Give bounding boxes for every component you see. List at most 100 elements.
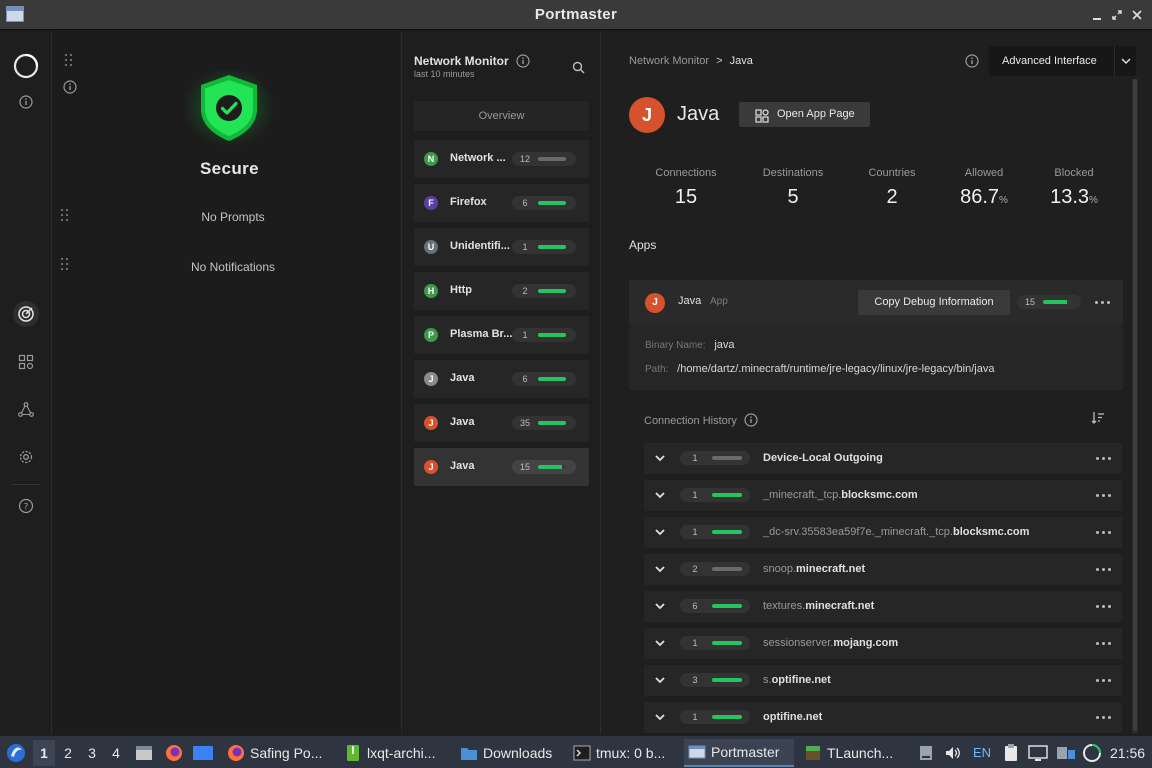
workspace-3[interactable]: 3: [81, 740, 103, 766]
process-name: Plasma Br...: [450, 328, 512, 340]
sort-icon[interactable]: [1091, 411, 1105, 428]
chevron-down-icon[interactable]: [654, 711, 666, 726]
process-count-bar-fill: [538, 465, 563, 469]
connection-row[interactable]: 1 _minecraft._tcp.blocksmc.com: [644, 480, 1122, 511]
more-options-icon[interactable]: [1096, 642, 1112, 646]
process-name: Java: [450, 372, 475, 384]
display-icon[interactable]: [1056, 736, 1076, 768]
process-count-pill: 6: [512, 372, 576, 386]
chevron-down-icon[interactable]: [654, 637, 666, 652]
quicklaunch-firefox[interactable]: [164, 736, 184, 768]
stat-value-row: 86.7%: [934, 186, 1034, 209]
network-monitor-panel: Network Monitor last 10 minutes Overview…: [402, 31, 601, 734]
prompts-empty-label: No Prompts: [201, 210, 265, 224]
task-tlauncher[interactable]: TLaunch...: [800, 739, 910, 767]
start-menu-button[interactable]: [5, 736, 27, 768]
connection-main-domain: Device-Local Outgoing: [763, 452, 883, 464]
chevron-down-icon[interactable]: [654, 563, 666, 578]
portmaster-logo-icon[interactable]: [13, 53, 39, 79]
task-archiver[interactable]: lxqt-archi...: [340, 739, 450, 767]
more-options-icon[interactable]: [1096, 679, 1112, 683]
scrollbar-thumb[interactable]: [1133, 79, 1137, 731]
workspace-1[interactable]: 1: [33, 739, 55, 766]
process-list-item[interactable]: P Plasma Br... 1: [414, 316, 589, 354]
maximize-button[interactable]: [1108, 6, 1126, 24]
info-icon[interactable]: [516, 54, 530, 71]
chevron-down-icon[interactable]: [654, 526, 666, 541]
window-titlebar[interactable]: Portmaster: [0, 0, 1152, 30]
volume-icon[interactable]: [944, 736, 962, 768]
connection-count-pill: 6: [680, 599, 750, 613]
open-app-page-button[interactable]: Open App Page: [739, 102, 870, 127]
connection-row[interactable]: 2 snoop.minecraft.net: [644, 554, 1122, 585]
nav-spn[interactable]: [13, 397, 39, 423]
clock[interactable]: 21:56: [1110, 736, 1145, 768]
chevron-down-icon[interactable]: [654, 600, 666, 615]
more-options-icon[interactable]: [1096, 494, 1112, 498]
task-portmaster[interactable]: Portmaster: [684, 739, 794, 767]
task-label: tmux: 0 b...: [596, 745, 666, 761]
quicklaunch-files[interactable]: [134, 736, 154, 768]
more-options-icon[interactable]: [1096, 568, 1112, 572]
process-list-item[interactable]: J Java 35: [414, 404, 589, 442]
connection-subdomain: sessionserver.: [763, 637, 834, 649]
keyboard-layout[interactable]: EN: [973, 736, 991, 768]
task-downloads[interactable]: Downloads: [456, 739, 562, 767]
task-terminal[interactable]: tmux: 0 b...: [569, 739, 677, 767]
connection-row[interactable]: 1 Device-Local Outgoing: [644, 443, 1122, 474]
copy-debug-info-button[interactable]: Copy Debug Information: [858, 290, 1010, 315]
minimize-button[interactable]: [1088, 6, 1106, 24]
nav-help[interactable]: ?: [13, 493, 39, 519]
more-options-icon[interactable]: [1096, 457, 1112, 461]
detail-scrollbar[interactable]: [1132, 79, 1138, 734]
process-list-item[interactable]: N Network ... 12: [414, 140, 589, 178]
portmaster-tray-icon[interactable]: [1082, 736, 1102, 768]
network-icon[interactable]: [1028, 736, 1048, 768]
process-name: Network ...: [450, 152, 506, 164]
connection-row[interactable]: 1 sessionserver.mojang.com: [644, 628, 1122, 659]
process-list-item[interactable]: J Java 15: [414, 448, 589, 486]
nav-apps[interactable]: [13, 349, 39, 375]
connection-row[interactable]: 1 _dc-srv.35583ea59f7e._minecraft._tcp.bl…: [644, 517, 1122, 548]
process-list-item[interactable]: U Unidentifi... 1: [414, 228, 589, 266]
process-list-item[interactable]: H Http 2: [414, 272, 589, 310]
info-icon[interactable]: [13, 89, 39, 115]
connection-row[interactable]: 6 textures.minecraft.net: [644, 591, 1122, 622]
taskbar: 1 2 3 4 Safing Po... lxqt-archi... Downl…: [0, 735, 1152, 768]
drag-handle-icon[interactable]: [64, 54, 74, 68]
more-options-icon[interactable]: [1096, 716, 1112, 720]
more-options-icon[interactable]: [1096, 531, 1112, 535]
chevron-down-icon[interactable]: [1114, 46, 1136, 76]
connection-domain: snoop.minecraft.net: [763, 563, 865, 575]
info-icon[interactable]: [63, 80, 77, 97]
task-label: TLaunch...: [827, 745, 894, 761]
connection-row[interactable]: 1 optifine.net: [644, 702, 1122, 733]
process-list-item[interactable]: J Java 6: [414, 360, 589, 398]
more-options-icon[interactable]: [1095, 301, 1111, 305]
workspace-4[interactable]: 4: [105, 740, 127, 766]
process-list-item[interactable]: F Firefox 6: [414, 184, 589, 222]
workspace-2[interactable]: 2: [57, 740, 79, 766]
search-icon[interactable]: [572, 61, 585, 77]
connection-count-bar-fill: [712, 641, 742, 645]
app-card-header[interactable]: J Java App Copy Debug Information 15: [629, 280, 1123, 324]
clipboard-icon[interactable]: [1002, 736, 1020, 768]
nav-settings[interactable]: [13, 444, 39, 470]
more-options-icon[interactable]: [1096, 605, 1112, 609]
info-icon[interactable]: [965, 54, 979, 71]
connection-row[interactable]: 3 s.optifine.net: [644, 665, 1122, 696]
close-button[interactable]: [1128, 6, 1146, 24]
app-card-count: 15: [1024, 297, 1035, 307]
chevron-down-icon[interactable]: [654, 452, 666, 467]
task-firefox[interactable]: Safing Po...: [223, 739, 333, 767]
advanced-interface-dropdown[interactable]: Advanced Interface: [989, 46, 1136, 76]
radar-icon: [18, 306, 34, 322]
chevron-down-icon[interactable]: [654, 489, 666, 504]
nav-network-monitor[interactable]: [13, 301, 39, 327]
quicklaunch-desktop[interactable]: [192, 736, 214, 768]
tray-eject-icon[interactable]: [918, 736, 934, 768]
process-name: Unidentifi...: [450, 240, 510, 252]
chevron-down-icon[interactable]: [654, 674, 666, 689]
breadcrumb-parent[interactable]: Network Monitor: [629, 55, 709, 67]
overview-button[interactable]: Overview: [414, 101, 589, 131]
